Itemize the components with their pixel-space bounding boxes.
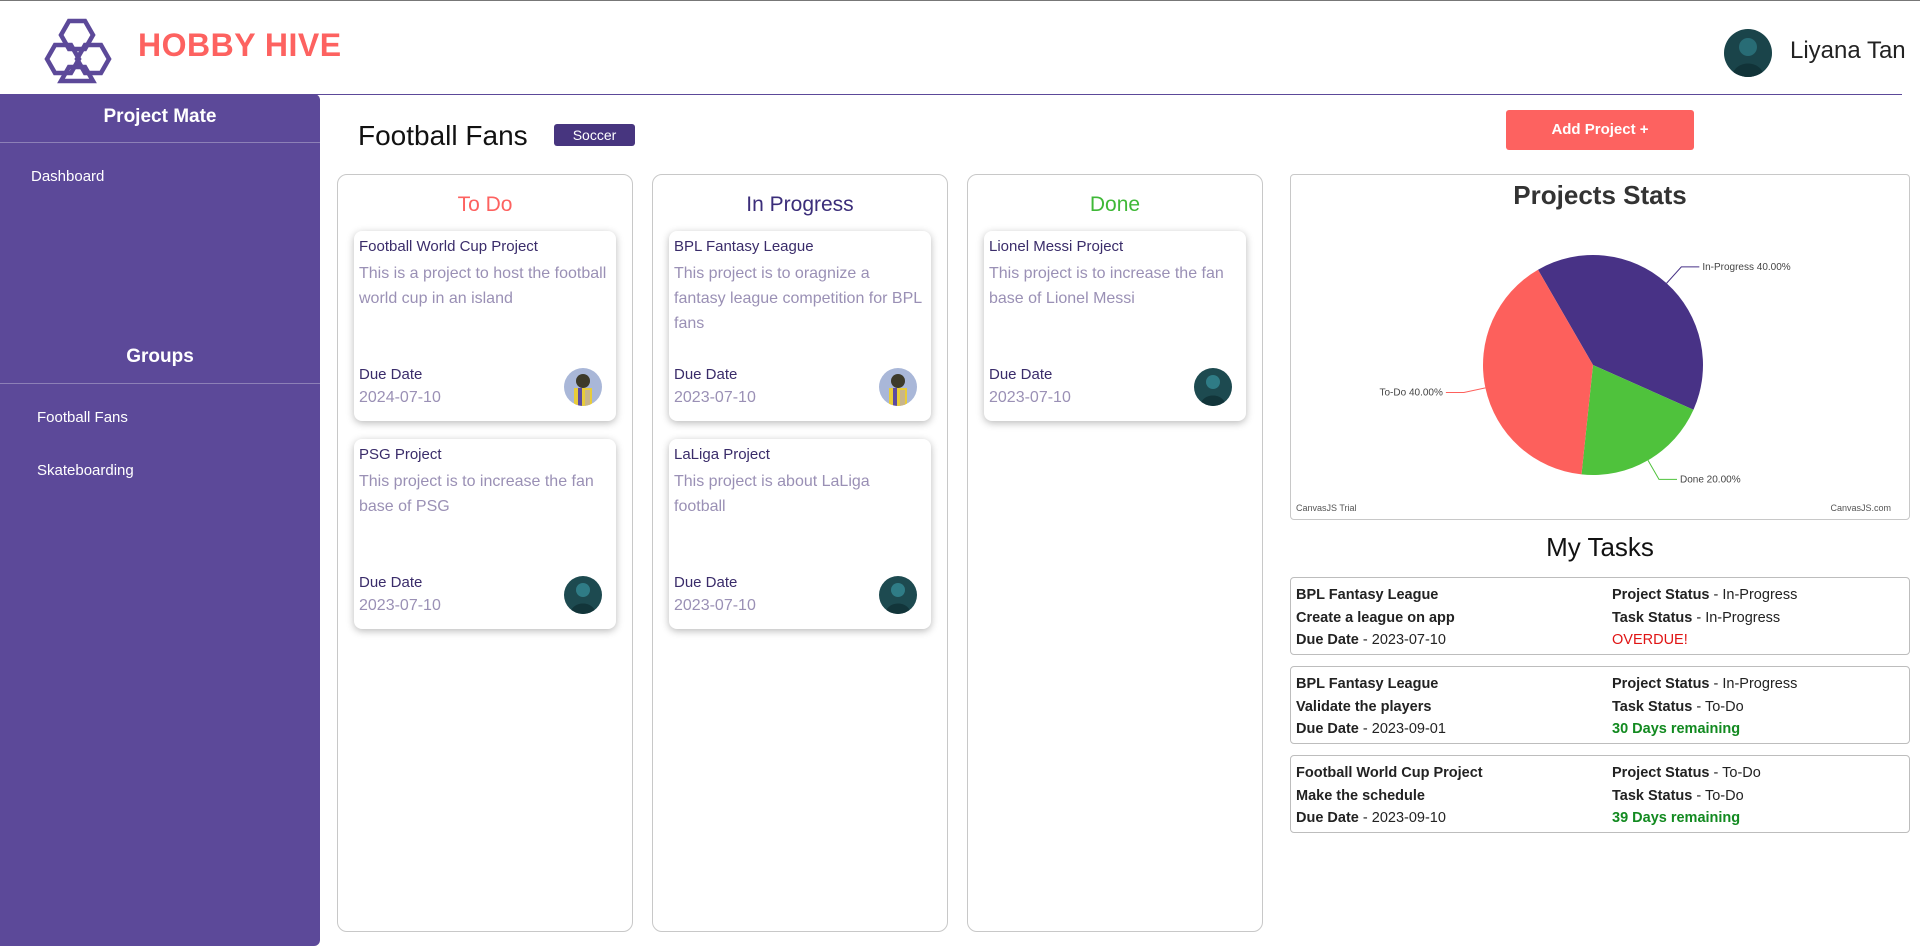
column-in-progress: In Progress BPL Fantasy League This proj… (652, 174, 948, 932)
pie-label-line (1666, 266, 1700, 284)
project-status-value: In-Progress (1722, 587, 1798, 603)
column-title: To Do (457, 193, 513, 216)
task-status-label: Task Status (1612, 788, 1693, 804)
card-title: BPL Fantasy League (674, 238, 814, 255)
card-description: This is a project to host the football w… (359, 265, 607, 307)
card-title: PSG Project (359, 446, 442, 463)
card-description: This project is about LaLiga football (674, 473, 870, 515)
project-card[interactable]: PSG Project This project is to increase … (354, 439, 616, 629)
avatar-portrait-icon (564, 576, 602, 614)
task-item[interactable]: BPL Fantasy League Validate the players … (1290, 666, 1910, 744)
task-project: Football World Cup Project (1296, 765, 1483, 781)
sidebar-item-skateboarding[interactable]: Skateboarding (37, 462, 134, 479)
task-due-date: 2023-07-10 (1371, 632, 1446, 648)
avatar-cartoon-icon (564, 368, 602, 406)
project-card[interactable]: BPL Fantasy League This project is to or… (669, 231, 931, 421)
project-card[interactable]: Football World Cup Project This is a pro… (354, 231, 616, 421)
card-due-date: 2023-07-10 (989, 389, 1071, 406)
page-title: Football Fans (358, 120, 528, 151)
task-status-label: Task Status (1612, 699, 1693, 715)
card-due-label: Due Date (359, 366, 423, 383)
add-project-button[interactable]: Add Project + (1506, 110, 1694, 150)
sidebar-divider (0, 383, 320, 384)
task-name: Validate the players (1296, 699, 1432, 715)
task-project: BPL Fantasy League (1296, 676, 1439, 692)
user-name[interactable]: Liyana Tan (1790, 37, 1906, 65)
sidebar: Project Mate Dashboard Groups Football F… (0, 94, 320, 946)
chart-credit-right[interactable]: CanvasJS.com (1830, 503, 1891, 513)
due-label: Due Date (1296, 632, 1359, 648)
sidebar-title-groups: Groups (126, 346, 194, 367)
card-due-date: 2023-07-10 (674, 389, 756, 406)
project-status-label: Project Status (1612, 676, 1710, 692)
project-card[interactable]: LaLiga Project This project is about LaL… (669, 439, 931, 629)
pie-label-done: Done 20.00% (1680, 474, 1741, 485)
card-title: Lionel Messi Project (989, 238, 1124, 255)
card-due-date: 2023-07-10 (674, 597, 756, 614)
project-status-label: Project Status (1612, 587, 1710, 603)
task-status-value: In-Progress (1705, 610, 1781, 626)
pie-label-line (1445, 387, 1486, 393)
task-name: Make the schedule (1296, 788, 1425, 804)
avatar-portrait-icon (879, 576, 917, 614)
due-label: Due Date (1296, 810, 1359, 826)
card-description: This project is to increase the fan base… (989, 265, 1224, 307)
card-due-label: Due Date (674, 366, 738, 383)
task-due-date: 2023-09-01 (1371, 721, 1446, 737)
task-status-value: To-Do (1704, 788, 1744, 804)
chart-credit-left: CanvasJS Trial (1296, 503, 1357, 513)
pie-label-to-do: To-Do 40.00% (1380, 387, 1443, 398)
brand-name[interactable]: HOBBY HIVE (138, 27, 342, 64)
card-due-date: 2023-07-10 (359, 597, 441, 614)
task-remaining: 39 Days remaining (1612, 810, 1741, 826)
header: HOBBY HIVE Liyana Tan (0, 1, 1920, 94)
avatar-cartoon-icon (879, 368, 917, 406)
projects-stats-panel: Projects Stats In-Progress 40.00% Done 20… (1290, 174, 1910, 520)
card-due-label: Due Date (674, 574, 738, 591)
project-status-value: To-Do (1722, 765, 1761, 781)
card-description: This project is to increase the fan base… (359, 473, 594, 515)
column-done: Done Lionel Messi Project This project i… (967, 174, 1263, 932)
task-status-label: Task Status (1612, 610, 1693, 626)
hexagon-logo-icon[interactable] (44, 15, 118, 87)
card-title: Football World Cup Project (359, 238, 538, 255)
task-item[interactable]: Football World Cup Project Make the sche… (1290, 755, 1910, 833)
card-title: LaLiga Project (674, 446, 770, 463)
card-due-label: Due Date (989, 366, 1053, 383)
task-name: Create a league on app (1296, 610, 1455, 626)
project-status-label: Project Status (1612, 765, 1710, 781)
avatar-portrait-icon (1194, 368, 1232, 406)
task-remaining: OVERDUE! (1612, 632, 1688, 648)
task-project: BPL Fantasy League (1296, 587, 1439, 603)
project-card[interactable]: Lionel Messi Project This project is to … (984, 231, 1246, 421)
task-remaining: 30 Days remaining (1612, 721, 1741, 737)
sidebar-divider (0, 142, 320, 143)
task-status-value: To-Do (1704, 699, 1744, 715)
pie-label-in-progress: In-Progress 40.00% (1702, 262, 1790, 273)
card-description: This project is to oragnize a fantasy le… (674, 265, 922, 332)
task-item[interactable]: BPL Fantasy League Create a league on ap… (1290, 577, 1910, 655)
pie-chart[interactable]: In-Progress 40.00% Done 20.00% To-Do 40.00… (1291, 175, 1911, 521)
sidebar-item-football-fans[interactable]: Football Fans (37, 409, 128, 426)
group-tag-badge: Soccer (554, 124, 635, 146)
my-tasks-title: My Tasks (1546, 532, 1654, 562)
sidebar-item-dashboard[interactable]: Dashboard (31, 168, 104, 185)
column-title: In Progress (746, 193, 854, 216)
project-status-value: In-Progress (1722, 676, 1798, 692)
card-due-date: 2024-07-10 (359, 389, 441, 406)
user-avatar[interactable] (1724, 29, 1772, 77)
pie-label-line (1647, 460, 1677, 480)
due-label: Due Date (1296, 721, 1359, 737)
column-todo: To Do Football World Cup Project This is… (337, 174, 633, 932)
task-due-date: 2023-09-10 (1371, 810, 1446, 826)
column-title: Done (1089, 193, 1141, 216)
sidebar-title-project-mate: Project Mate (103, 106, 217, 127)
card-due-label: Due Date (359, 574, 423, 591)
